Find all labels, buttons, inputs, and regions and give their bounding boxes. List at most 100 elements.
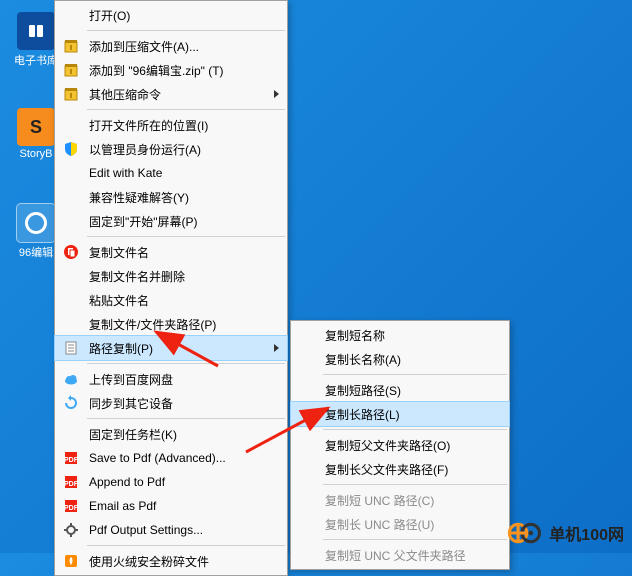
menu-item-label: 复制短 UNC 父文件夹路径 (325, 547, 466, 564)
desktop-icon-ebook[interactable]: 电子书库 (14, 12, 58, 68)
story-icon: S (17, 108, 55, 146)
menu-separator (323, 539, 507, 540)
context-menu-item-12[interactable]: 复制文件名 (55, 240, 287, 264)
archive-icon (59, 60, 83, 80)
menu-separator (87, 109, 285, 110)
menu-item-label: 复制文件名并删除 (89, 268, 185, 285)
context-menu-item-3[interactable]: 添加到 "96编辑宝.zip" (T) (55, 58, 287, 82)
blank-icon (295, 545, 319, 565)
doc-icon (59, 338, 83, 358)
huorong-icon (59, 551, 83, 571)
menu-item-label: 以管理员身份运行(A) (89, 141, 201, 158)
context-menu-item-15[interactable]: 复制文件/文件夹路径(P) (55, 312, 287, 336)
menu-separator (87, 30, 285, 31)
menu-item-label: 同步到其它设备 (89, 395, 173, 412)
menu-item-label: 复制短路径(S) (325, 382, 401, 399)
menu-item-label: Edit with Kate (89, 166, 162, 180)
context-menu-item-18[interactable]: 上传到百度网盘 (55, 367, 287, 391)
archive-icon (59, 36, 83, 56)
archive-icon (59, 84, 83, 104)
menu-item-label: 路径复制(P) (89, 340, 153, 357)
menu-item-label: Pdf Output Settings... (89, 523, 203, 537)
submenu-item-4[interactable]: 复制长路径(L) (291, 402, 509, 426)
blank-icon (59, 115, 83, 135)
context-menu-item-13[interactable]: 复制文件名并删除 (55, 264, 287, 288)
menu-separator (323, 374, 507, 375)
context-menu-item-25[interactable]: Pdf Output Settings... (55, 518, 287, 542)
submenu-item-12: 复制短 UNC 父文件夹路径 (291, 543, 509, 567)
menu-separator (87, 418, 285, 419)
context-menu-item-0[interactable]: 打开(O) (55, 3, 287, 27)
blank-icon (59, 211, 83, 231)
blank-icon (59, 187, 83, 207)
menu-item-label: 复制短 UNC 路径(C) (325, 492, 434, 509)
pdf-icon: PDF (59, 496, 83, 516)
submenu-item-7[interactable]: 复制长父文件夹路径(F) (291, 457, 509, 481)
blank-icon (59, 163, 83, 183)
blank-icon (295, 325, 319, 345)
blank-icon (295, 435, 319, 455)
menu-item-label: 复制短名称 (325, 327, 385, 344)
menu-item-label: 复制文件/文件夹路径(P) (89, 316, 216, 333)
shield-icon (59, 139, 83, 159)
submenu-item-1[interactable]: 复制长名称(A) (291, 347, 509, 371)
sync-icon (59, 393, 83, 413)
context-menu-item-16[interactable]: 路径复制(P) (55, 336, 287, 360)
context-menu-item-24[interactable]: PDF Email as Pdf (55, 494, 287, 518)
context-menu-item-2[interactable]: 添加到压缩文件(A)... (55, 34, 287, 58)
menu-item-label: 打开(O) (89, 7, 130, 24)
gear-icon (59, 520, 83, 540)
copy-red-icon (59, 242, 83, 262)
desktop-icon-label: 96编辑 (14, 244, 58, 260)
submenu-item-10: 复制长 UNC 路径(U) (291, 512, 509, 536)
menu-item-label: 添加到压缩文件(A)... (89, 38, 199, 55)
menu-separator (87, 545, 285, 546)
menu-item-label: 复制长名称(A) (325, 351, 401, 368)
menu-separator (323, 484, 507, 485)
submenu-item-6[interactable]: 复制短父文件夹路径(O) (291, 433, 509, 457)
blank-icon (59, 266, 83, 286)
svg-text:PDF: PDF (64, 457, 79, 464)
desktop-icon-label: 电子书库 (14, 52, 58, 68)
menu-item-label: Append to Pdf (89, 475, 165, 489)
context-menu-item-14[interactable]: 粘贴文件名 (55, 288, 287, 312)
submenu-item-9: 复制短 UNC 路径(C) (291, 488, 509, 512)
blank-icon (59, 290, 83, 310)
desktop-icon-label: StoryB (14, 148, 58, 160)
blank-icon (295, 404, 319, 424)
context-menu-item-19[interactable]: 同步到其它设备 (55, 391, 287, 415)
desktop-icon-96editor[interactable]: 96编辑 (14, 204, 58, 260)
svg-text:PDF: PDF (64, 481, 79, 488)
context-menu-item-10[interactable]: 固定到"开始"屏幕(P) (55, 209, 287, 233)
menu-separator (87, 236, 285, 237)
submenu-item-0[interactable]: 复制短名称 (291, 323, 509, 347)
book-icon (17, 12, 55, 50)
menu-item-label: 兼容性疑难解答(Y) (89, 189, 189, 206)
context-menu-item-4[interactable]: 其他压缩命令 (55, 82, 287, 106)
context-menu-item-8[interactable]: Edit with Kate (55, 161, 287, 185)
blank-icon (59, 314, 83, 334)
context-menu-item-9[interactable]: 兼容性疑难解答(Y) (55, 185, 287, 209)
menu-item-label: 打开文件所在的位置(I) (89, 117, 208, 134)
desktop-icon-storyb[interactable]: S StoryB (14, 108, 58, 160)
cloud-icon (59, 369, 83, 389)
menu-item-label: Email as Pdf (89, 499, 156, 513)
context-menu-item-23[interactable]: PDF Append to Pdf (55, 470, 287, 494)
menu-item-label: 复制文件名 (89, 244, 149, 261)
context-menu-item-6[interactable]: 打开文件所在的位置(I) (55, 113, 287, 137)
context-menu-item-22[interactable]: PDFSave to Pdf (Advanced)... (55, 446, 287, 470)
menu-item-label: 复制短父文件夹路径(O) (325, 437, 450, 454)
path-copy-submenu: 复制短名称复制长名称(A) 复制短路径(S) 复制长路径(L) 复制短父文件夹路径(O… (290, 320, 510, 570)
menu-item-label: 使用火绒安全粉碎文件 (89, 553, 209, 570)
context-menu-item-7[interactable]: 以管理员身份运行(A) (55, 137, 287, 161)
context-menu-item-21[interactable]: 固定到任务栏(K) (55, 422, 287, 446)
submenu-item-3[interactable]: 复制短路径(S) (291, 378, 509, 402)
menu-item-label: 上传到百度网盘 (89, 371, 173, 388)
menu-item-label: 固定到任务栏(K) (89, 426, 177, 443)
blank-icon (295, 380, 319, 400)
menu-separator (323, 429, 507, 430)
logo-icon (507, 519, 545, 547)
editor-icon (17, 204, 55, 242)
blank-icon (295, 490, 319, 510)
context-menu: 打开(O) 添加到压缩文件(A)... 添加到 "96编辑宝.zip" (T)其他压… (54, 0, 288, 576)
